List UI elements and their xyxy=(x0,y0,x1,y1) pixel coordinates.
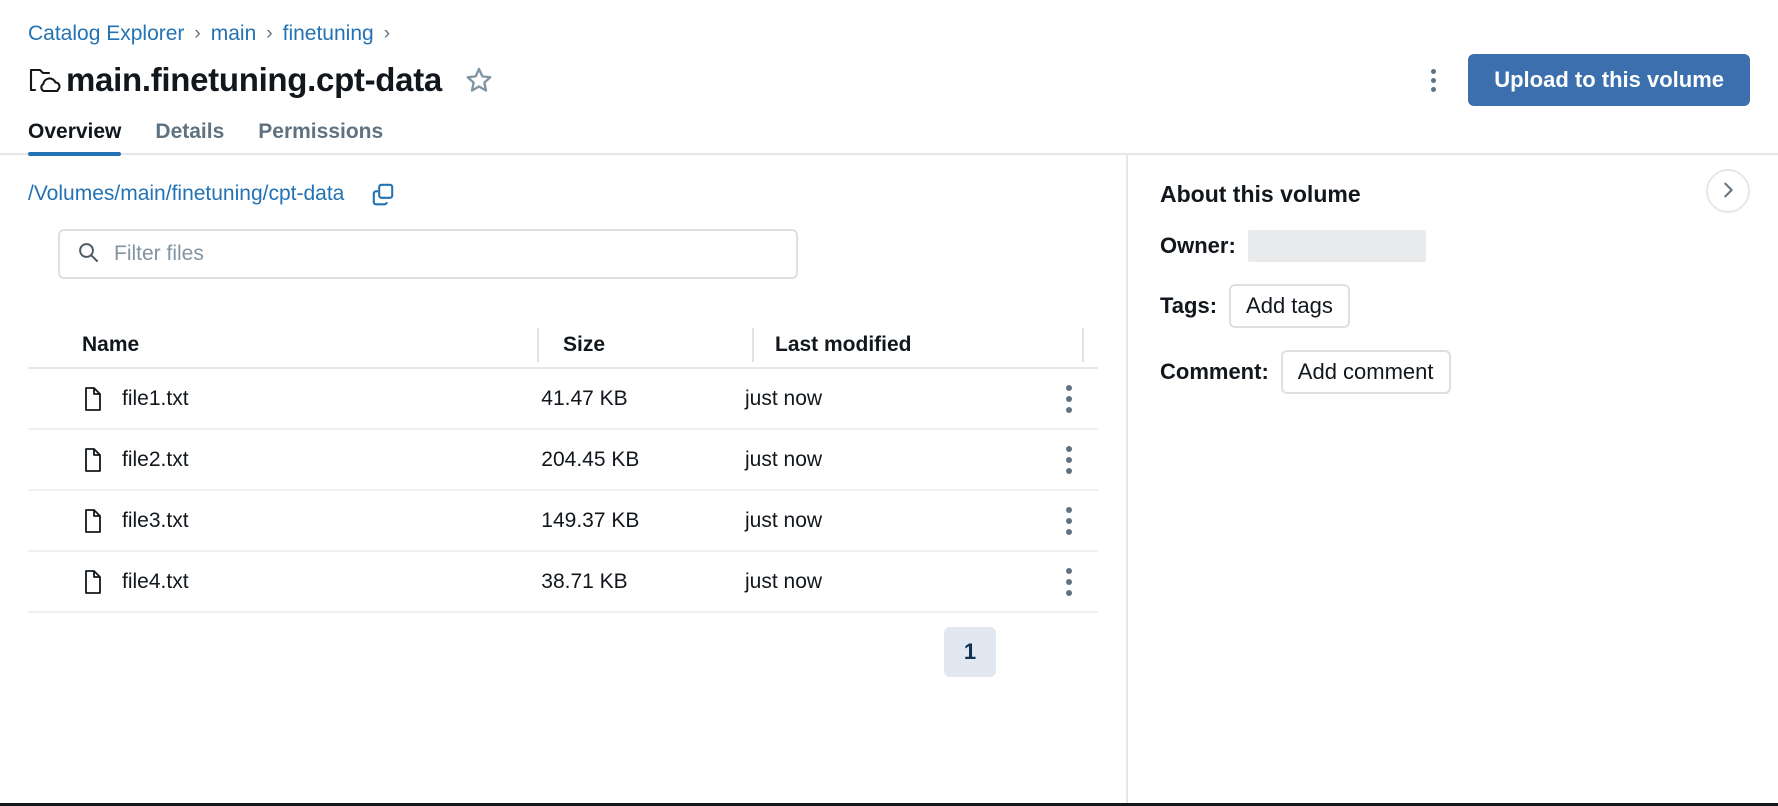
title-row: main.finetuning.cpt-data Upload to this … xyxy=(0,46,1778,106)
star-outline-icon[interactable] xyxy=(462,63,496,97)
cell-actions xyxy=(1041,565,1098,599)
filter-files-field[interactable] xyxy=(58,229,798,279)
file-name-label: file2.txt xyxy=(122,447,189,471)
page-title: main.finetuning.cpt-data xyxy=(66,61,442,98)
file-icon xyxy=(82,447,104,473)
files-panel: /Volumes/main/finetuning/cpt-data Filter… xyxy=(0,155,1128,803)
breadcrumb-item-catalog-explorer[interactable]: Catalog Explorer xyxy=(28,22,184,46)
owner-value-redacted xyxy=(1247,230,1426,262)
breadcrumb-separator-icon: › xyxy=(266,23,273,44)
cell-actions xyxy=(1041,443,1098,477)
owner-label: Owner: xyxy=(1160,233,1236,258)
column-header-size[interactable]: Size xyxy=(537,328,752,362)
tags-row: Tags: Add tags xyxy=(1160,284,1778,328)
breadcrumb-separator-icon: › xyxy=(383,23,391,44)
tab-overview[interactable]: Overview xyxy=(28,120,122,156)
table-row[interactable]: file1.txt 41.47 KB just now xyxy=(28,369,1098,430)
file-name-label: file4.txt xyxy=(122,569,189,593)
tab-permissions[interactable]: Permissions xyxy=(258,120,383,155)
pagination-page-1[interactable]: 1 xyxy=(944,627,996,677)
cell-name: file3.txt xyxy=(82,508,517,534)
row-more-vertical-icon[interactable] xyxy=(1054,382,1084,416)
page-body: /Volumes/main/finetuning/cpt-data Filter… xyxy=(0,155,1778,803)
column-header-actions xyxy=(1082,328,1092,362)
cell-size: 204.45 KB xyxy=(541,447,640,471)
cell-name: file1.txt xyxy=(82,386,517,412)
breadcrumb-separator-icon: › xyxy=(194,23,201,44)
files-table: Name Size Last modified file1.txt 41.47 … xyxy=(28,323,1098,613)
comment-label: Comment: xyxy=(1160,359,1269,384)
title-actions: Upload to this volume xyxy=(1416,54,1750,106)
cell-last-modified: just now xyxy=(745,386,823,410)
cell-size: 38.71 KB xyxy=(541,569,628,593)
pagination: 1 xyxy=(28,613,1098,677)
row-more-vertical-icon[interactable] xyxy=(1054,565,1084,599)
file-name-label: file1.txt xyxy=(122,386,189,410)
collapse-panel-button[interactable] xyxy=(1706,169,1750,213)
file-icon xyxy=(82,569,104,595)
table-row[interactable]: file3.txt 149.37 KB just now xyxy=(28,491,1098,552)
cell-name: file2.txt xyxy=(82,447,517,473)
owner-row: Owner: xyxy=(1160,230,1778,262)
cell-last-modified: just now xyxy=(745,508,823,532)
row-more-vertical-icon[interactable] xyxy=(1054,443,1084,477)
about-volume-panel: About this volume Owner: Tags: Add tags … xyxy=(1128,155,1778,803)
volume-browser-page: Catalog Explorer › main › finetuning › m… xyxy=(0,0,1778,806)
table-header-row: Name Size Last modified xyxy=(28,323,1098,369)
copy-icon[interactable] xyxy=(370,181,396,207)
row-more-vertical-icon[interactable] xyxy=(1054,504,1084,538)
comment-row: Comment: Add comment xyxy=(1160,350,1778,394)
add-tags-button[interactable]: Add tags xyxy=(1229,284,1350,328)
tab-details[interactable]: Details xyxy=(155,120,224,155)
breadcrumb-item-finetuning[interactable]: finetuning xyxy=(283,22,374,46)
search-input[interactable] xyxy=(114,231,780,277)
column-header-name[interactable]: Name xyxy=(82,328,537,362)
tab-bar: Overview Details Permissions xyxy=(0,106,1778,156)
cell-last-modified: just now xyxy=(745,569,823,593)
file-icon xyxy=(82,386,104,412)
breadcrumb-item-main[interactable]: main xyxy=(211,22,257,46)
add-comment-button[interactable]: Add comment xyxy=(1280,350,1451,394)
volume-path-link[interactable]: /Volumes/main/finetuning/cpt-data xyxy=(28,182,344,206)
cell-last-modified: just now xyxy=(745,447,823,471)
more-vertical-icon[interactable] xyxy=(1416,63,1450,97)
volume-path-row: /Volumes/main/finetuning/cpt-data xyxy=(28,181,1126,207)
cell-actions xyxy=(1041,504,1098,538)
cell-actions xyxy=(1041,382,1098,416)
file-icon xyxy=(82,508,104,534)
chevron-right-icon xyxy=(1717,179,1739,204)
upload-to-volume-button[interactable]: Upload to this volume xyxy=(1468,54,1750,106)
tags-label: Tags: xyxy=(1160,293,1218,318)
table-row[interactable]: file4.txt 38.71 KB just now xyxy=(28,552,1098,613)
about-volume-title: About this volume xyxy=(1160,181,1361,207)
file-name-label: file3.txt xyxy=(122,508,189,532)
column-header-last-modified[interactable]: Last modified xyxy=(752,328,1082,362)
table-row[interactable]: file2.txt 204.45 KB just now xyxy=(28,430,1098,491)
cell-size: 149.37 KB xyxy=(541,508,640,532)
breadcrumb: Catalog Explorer › main › finetuning › xyxy=(0,0,1778,46)
cell-name: file4.txt xyxy=(82,569,517,595)
search-icon xyxy=(76,240,100,269)
folder-cloud-icon xyxy=(28,65,62,95)
cell-size: 41.47 KB xyxy=(541,386,628,410)
